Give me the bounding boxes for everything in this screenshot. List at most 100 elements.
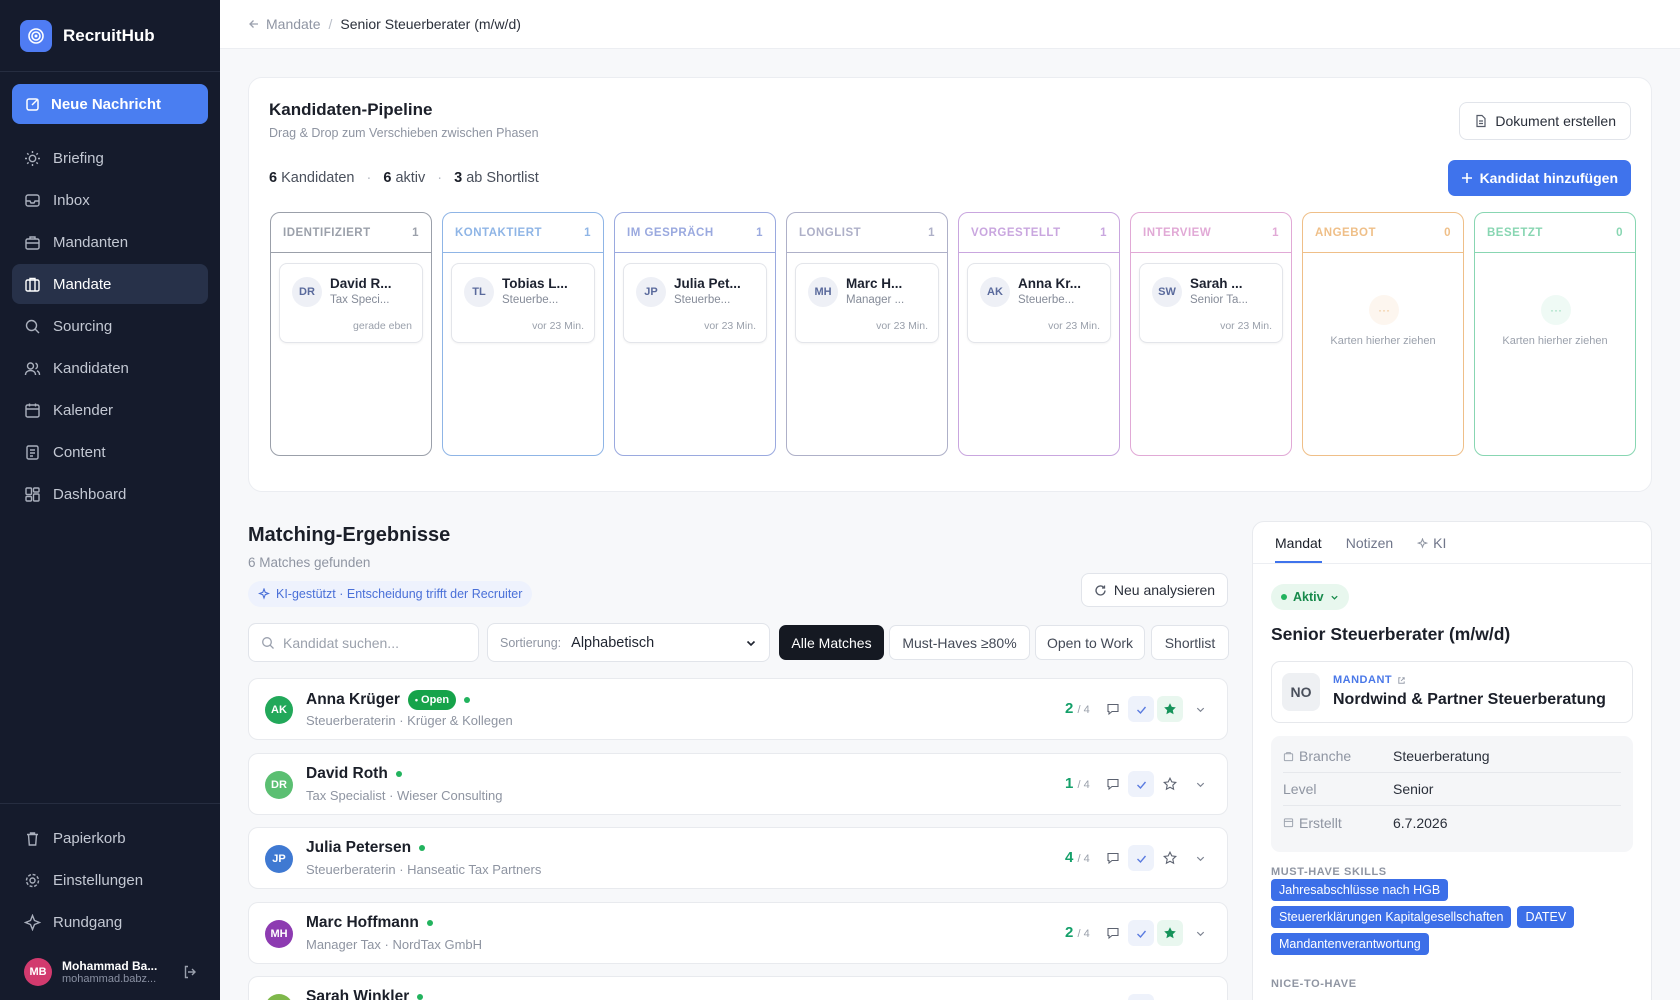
avatar: AK	[265, 696, 293, 724]
sidebar-item-content[interactable]: Content	[12, 432, 208, 472]
column-count: 1	[1272, 226, 1279, 239]
chevron-down-icon[interactable]	[1187, 845, 1213, 871]
pipeline-column-kontaktiert[interactable]: KONTAKTIERT 1 TL Tobias L... Steuerbe...…	[442, 212, 604, 456]
candidate-card[interactable]: AK Anna Kr... Steuerbe... vor 23 Min.	[967, 263, 1111, 343]
candidate-card[interactable]: JP Julia Pet... Steuerbe... vor 23 Min.	[623, 263, 767, 343]
reanalyze-button[interactable]: Neu analysieren	[1081, 573, 1228, 607]
tab-notizen[interactable]: Notizen	[1346, 535, 1393, 563]
sidebar-item-sourcing[interactable]: Sourcing	[12, 306, 208, 346]
pipeline-column-interview[interactable]: INTERVIEW 1 SW Sarah ... Senior Ta... vo…	[1130, 212, 1292, 456]
column-header: VORGESTELLT 1	[959, 213, 1119, 253]
external-link-icon[interactable]	[1397, 676, 1406, 685]
sidebar-item-kandidaten[interactable]: Kandidaten	[12, 348, 208, 388]
star-icon[interactable]	[1157, 771, 1183, 797]
match-row[interactable]: JP Julia Petersen Steuerberaterin · Hans…	[248, 827, 1228, 889]
candidate-timestamp: vor 23 Min.	[1048, 320, 1100, 332]
candidate-name[interactable]: Sarah Winkler	[306, 988, 409, 1000]
sidebar-item-briefing[interactable]: Briefing	[12, 138, 208, 178]
comment-icon[interactable]	[1100, 696, 1126, 722]
column-title: KONTAKTIERT	[455, 226, 543, 239]
create-document-button[interactable]: Dokument erstellen	[1459, 102, 1631, 140]
match-row[interactable]: AK Anna Krüger • Open Steuerberaterin · K…	[248, 678, 1228, 740]
candidate-name[interactable]: Anna Krüger	[306, 691, 400, 709]
shortlist-check-icon[interactable]	[1128, 920, 1154, 946]
fact-value: Steuerberatung	[1393, 748, 1490, 764]
match-row[interactable]: DR David Roth Tax Specialist · Wieser Co…	[248, 753, 1228, 815]
sort-select[interactable]: Sortierung: Alphabetisch	[487, 623, 770, 662]
pipeline-columns: IDENTIFIZIERT 1 DR David R... Tax Speci.…	[270, 212, 1636, 456]
candidate-card[interactable]: MH Marc H... Manager ... vor 23 Min.	[795, 263, 939, 343]
sidebar-item-papierkorb[interactable]: Papierkorb	[12, 818, 208, 858]
candidate-name[interactable]: Julia Petersen	[306, 839, 411, 857]
match-row[interactable]: SW Sarah Winkler	[248, 976, 1228, 1000]
shortlist-check-icon[interactable]	[1128, 771, 1154, 797]
shortlist-check-icon[interactable]	[1128, 845, 1154, 871]
sidebar-item-mandanten[interactable]: Mandanten	[12, 222, 208, 262]
tab-mandat[interactable]: Mandat	[1275, 535, 1322, 563]
sparkle-icon	[1417, 537, 1429, 549]
match-row[interactable]: MH Marc Hoffmann Manager Tax · NordTax G…	[248, 902, 1228, 964]
comment-icon[interactable]	[1100, 771, 1126, 797]
online-status-dot	[417, 994, 424, 1000]
pipeline-column-im-gespräch[interactable]: IM GESPRÄCH 1 JP Julia Pet... Steuerbe..…	[614, 212, 776, 456]
filter-shortlist[interactable]: Shortlist	[1151, 625, 1229, 660]
comment-icon[interactable]	[1100, 994, 1126, 1000]
sidebar-item-inbox[interactable]: Inbox	[12, 180, 208, 220]
shortlist-check-icon[interactable]	[1128, 994, 1154, 1000]
candidate-card[interactable]: SW Sarah ... Senior Ta... vor 23 Min.	[1139, 263, 1283, 343]
tab-ki[interactable]: KI	[1417, 535, 1446, 563]
column-title: VORGESTELLT	[971, 226, 1061, 239]
candidate-timestamp: vor 23 Min.	[532, 320, 584, 332]
filter-all-matches[interactable]: Alle Matches	[779, 625, 884, 660]
logout-icon[interactable]	[182, 964, 198, 980]
pipeline-column-identifiziert[interactable]: IDENTIFIZIERT 1 DR David R... Tax Speci.…	[270, 212, 432, 456]
star-icon[interactable]	[1157, 696, 1183, 722]
user-profile[interactable]: MB Mohammad Ba... mohammad.babz...	[0, 944, 220, 1000]
candidate-name: David R...	[330, 276, 392, 291]
pipeline-column-angebot[interactable]: ANGEBOT 0 ··· Karten hierher ziehen	[1302, 212, 1464, 456]
chevron-down-icon[interactable]	[1187, 920, 1213, 946]
comment-icon[interactable]	[1100, 920, 1126, 946]
search-input[interactable]	[283, 634, 463, 651]
sidebar-bottom: Papierkorb Einstellungen Rundgang MB Moh…	[0, 803, 220, 1000]
status-badge[interactable]: Aktiv	[1271, 584, 1349, 610]
client-card[interactable]: NO MANDANT Nordwind & Partner Steuerbera…	[1271, 661, 1633, 723]
candidate-card[interactable]: DR David R... Tax Speci... gerade eben	[279, 263, 423, 343]
chevron-down-icon[interactable]	[1187, 994, 1213, 1000]
star-icon[interactable]	[1157, 920, 1183, 946]
sidebar-item-dashboard[interactable]: Dashboard	[12, 474, 208, 514]
sidebar-item-kalender[interactable]: Kalender	[12, 390, 208, 430]
pipeline-column-besetzt[interactable]: BESETZT 0 ··· Karten hierher ziehen	[1474, 212, 1636, 456]
mandate-title: Senior Steuerberater (m/w/d)	[1271, 624, 1511, 644]
breadcrumb-parent: Mandate	[266, 16, 321, 32]
tab-label: Mandat	[1275, 535, 1322, 551]
pipeline-title: Kandidaten-Pipeline	[269, 100, 433, 119]
candidate-search[interactable]	[248, 623, 479, 662]
grid-icon	[25, 486, 40, 502]
brand[interactable]: RecruitHub	[0, 0, 220, 72]
new-message-button[interactable]: Neue Nachricht	[12, 84, 208, 124]
star-icon[interactable]	[1157, 845, 1183, 871]
column-title: BESETZT	[1487, 226, 1543, 239]
ellipsis-icon: ···	[1369, 295, 1399, 325]
comment-icon[interactable]	[1100, 845, 1126, 871]
score-total: / 4	[1077, 853, 1090, 865]
chevron-down-icon[interactable]	[1187, 696, 1213, 722]
shortlist-check-icon[interactable]	[1128, 696, 1154, 722]
add-candidate-button[interactable]: Kandidat hinzufügen	[1447, 160, 1631, 196]
pipeline-column-vorgestellt[interactable]: VORGESTELLT 1 AK Anna Kr... Steuerbe... …	[958, 212, 1120, 456]
chevron-down-icon[interactable]	[1187, 771, 1213, 797]
candidate-name[interactable]: Marc Hoffmann	[306, 914, 419, 932]
fact-key: Branche	[1283, 748, 1393, 764]
filter-must-haves[interactable]: Must-Haves ≥80%	[889, 625, 1030, 660]
breadcrumb-back-link[interactable]: Mandate	[248, 16, 320, 32]
candidate-name[interactable]: David Roth	[306, 765, 388, 783]
filter-open-to-work[interactable]: Open to Work	[1035, 625, 1145, 660]
candidate-card[interactable]: TL Tobias L... Steuerbe... vor 23 Min.	[451, 263, 595, 343]
sidebar-item-mandate[interactable]: Mandate	[12, 264, 208, 304]
pipeline-column-longlist[interactable]: LONGLIST 1 MH Marc H... Manager ... vor …	[786, 212, 948, 456]
fact-key-label: Level	[1283, 781, 1317, 797]
sidebar-item-einstellungen[interactable]: Einstellungen	[12, 860, 208, 900]
star-icon[interactable]	[1157, 994, 1183, 1000]
sidebar-item-rundgang[interactable]: Rundgang	[12, 902, 208, 942]
